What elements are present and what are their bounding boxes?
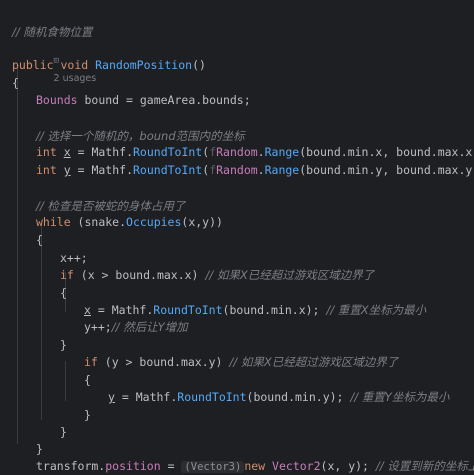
variable: y — [63, 163, 71, 177]
type-name: Random — [216, 163, 258, 177]
code-line[interactable]: while (snake.Occupies(x,y)) — [0, 192, 474, 229]
code-line[interactable]: int y = Mathf.RoundToInt(fRandom.Range(b… — [0, 140, 474, 177]
type-name: Bounds — [36, 93, 78, 107]
code-line[interactable]: Bounds bound = gameArea.bounds; — [0, 70, 474, 107]
code-editor[interactable]: // 随机食物位置 ⊡ 2 usages public void RandomP… — [0, 0, 474, 475]
method-call: RoundToInt — [133, 163, 203, 177]
code-line[interactable]: public void RandomPosition() — [0, 35, 474, 72]
method-call: Range — [264, 163, 300, 177]
code-line[interactable]: if (y > bound.max.y) // 如果X已经超过游戏区域边界了 — [0, 332, 474, 369]
code-line[interactable]: { — [0, 210, 474, 247]
code-text: (bound.min.y, bound.max.y)); — [299, 163, 474, 177]
code-line[interactable]: y++;// 然后让Y增加 — [0, 297, 474, 334]
code-line[interactable]: if (x > bound.max.x) // 如果X已经超过游戏区域边界了 — [0, 245, 474, 282]
keyword: int — [36, 163, 57, 177]
code-line[interactable]: transform.position = (Vector3) new Vector… — [0, 436, 474, 473]
usages-hint[interactable]: ⊡ 2 usages — [0, 19, 474, 84]
code-line[interactable]: y = Mathf.RoundToInt(bound.min.y); // 重置… — [0, 367, 474, 404]
code-text: bound = gameArea.bounds; — [77, 93, 251, 107]
code-line[interactable]: int x = Mathf.RoundToInt(fRandom.Range(b… — [0, 122, 474, 159]
type-name: Mathf — [91, 163, 127, 177]
code-line[interactable]: } — [0, 457, 474, 475]
operator: = — [70, 163, 92, 177]
